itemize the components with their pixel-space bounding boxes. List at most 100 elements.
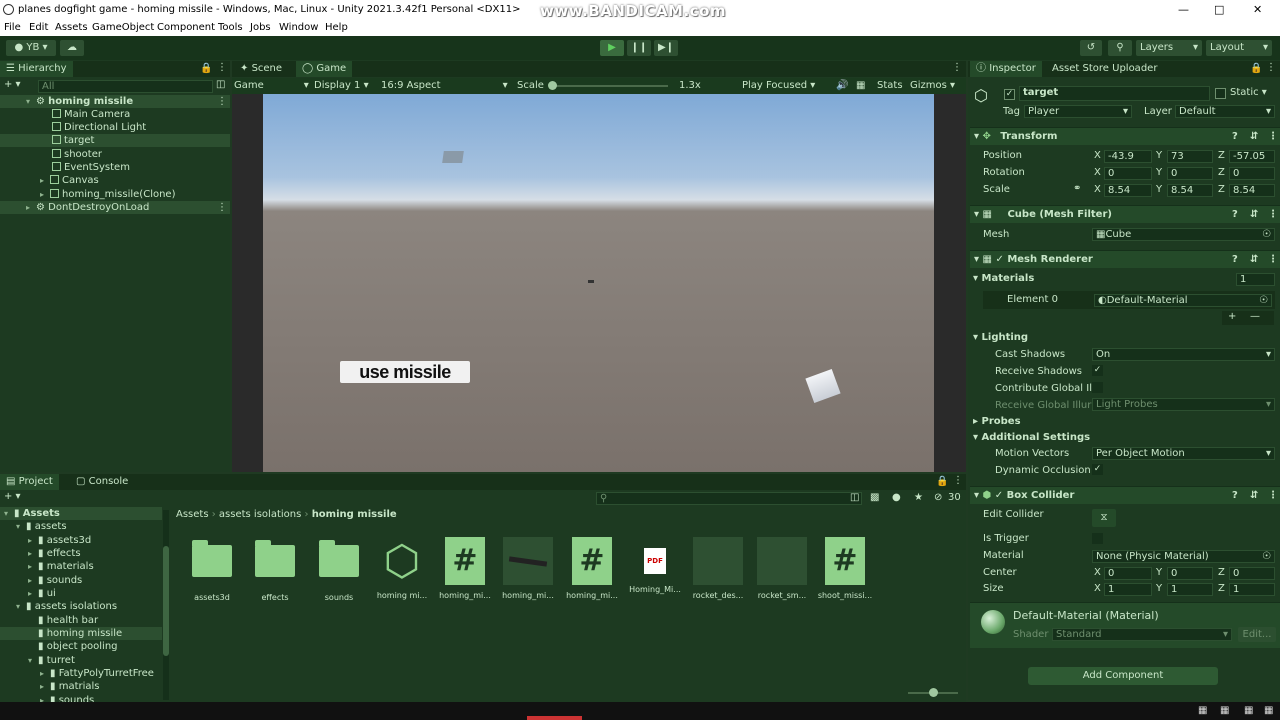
tray-icon[interactable]: ▦ <box>1220 705 1229 716</box>
asset-item[interactable]: # homing_mi... <box>435 537 495 600</box>
static-checkbox[interactable] <box>1215 88 1226 99</box>
probes-foldout[interactable]: ▸ Probes <box>973 416 1021 427</box>
tree-item[interactable]: ▸ ▮ sounds <box>0 694 162 702</box>
grid-icon[interactable]: ▦ <box>856 80 865 91</box>
close-icon[interactable]: ✕ <box>1253 3 1262 16</box>
asset-item[interactable]: rocket_des... <box>688 537 748 600</box>
tray-icon[interactable]: ▦ <box>1244 705 1253 716</box>
scale-x-field[interactable]: 8.54 <box>1104 184 1152 197</box>
size-x-field[interactable]: 1 <box>1104 583 1152 596</box>
tab-game[interactable]: ◯ Game <box>296 61 353 77</box>
asset-item[interactable]: PDF Homing_Mi... <box>625 537 685 594</box>
more-icon[interactable]: ⋮ <box>953 475 963 486</box>
help-icon[interactable]: ? <box>1232 487 1238 505</box>
object-picker-icon[interactable]: ☉ <box>1262 551 1271 562</box>
material-title[interactable]: Default-Material (Material) <box>1013 609 1159 622</box>
add-element-icon[interactable]: + <box>1228 311 1236 322</box>
stats-button[interactable]: Stats <box>877 80 903 91</box>
filter-icon[interactable]: ◫ <box>216 79 225 90</box>
scale-slider[interactable] <box>550 85 668 87</box>
cast-shadows-dropdown[interactable]: On ▾ <box>1092 348 1275 361</box>
active-checkbox[interactable]: ✓ <box>1004 89 1015 100</box>
scale-z-field[interactable]: 8.54 <box>1229 184 1275 197</box>
tree-item[interactable]: ▾ ▮ assets isolations <box>0 600 162 613</box>
play-mode-dropdown[interactable]: Play Focused ▾ <box>742 80 815 91</box>
tree-item[interactable]: ▸ ▮ FattyPolyTurretFree <box>0 667 162 680</box>
position-y-field[interactable]: 73 <box>1167 150 1213 163</box>
materials-count-field[interactable]: 1 <box>1236 273 1275 286</box>
pause-button[interactable]: ❙❙ <box>627 40 651 56</box>
hierarchy-item[interactable]: Main Camera <box>0 108 230 121</box>
shader-edit-button[interactable]: Edit... <box>1238 627 1276 642</box>
transform-header[interactable]: ▾ ✥ Transform? ⇵ ⋮ <box>970 127 1280 145</box>
object-picker-icon[interactable]: ☉ <box>1259 295 1268 306</box>
mesh-renderer-header[interactable]: ▾ ▦ ✓ Mesh Renderer? ⇵ ⋮ <box>970 250 1280 268</box>
tree-item[interactable]: ▸ ▮ matrials <box>0 680 162 693</box>
tree-scrollbar-thumb[interactable] <box>163 546 169 656</box>
add-icon[interactable]: + ▾ <box>4 79 21 90</box>
minimize-icon[interactable]: — <box>1178 3 1189 16</box>
step-button[interactable]: ▶❙ <box>654 40 678 56</box>
asset-item[interactable]: effects <box>245 539 305 602</box>
is-trigger-checkbox[interactable] <box>1092 533 1103 544</box>
audio-icon[interactable]: 🔊 <box>836 80 848 91</box>
asset-item[interactable]: assets3d <box>182 539 242 602</box>
asset-item[interactable]: homing_mi... <box>498 537 558 600</box>
hierarchy-item[interactable]: shooter <box>0 148 230 161</box>
receive-shadows-checkbox[interactable]: ✓ <box>1092 365 1103 376</box>
help-icon[interactable]: ? <box>1232 206 1238 224</box>
tree-item[interactable]: ▮ object pooling <box>0 640 162 653</box>
account-button[interactable]: ● YB ▾ <box>6 40 56 56</box>
tag-dropdown[interactable]: Player ▾ <box>1024 105 1132 118</box>
lock-icon[interactable]: 🔒 <box>936 476 948 487</box>
icon-size-slider-handle[interactable] <box>929 688 938 697</box>
cloud-icon[interactable]: ☁ <box>60 40 84 56</box>
hierarchy-item[interactable]: ▸ ⚙ DontDestroyOnLoad ⋮ <box>0 201 230 214</box>
label-icon[interactable]: ● <box>892 492 901 503</box>
asset-item[interactable]: # shoot_missi... <box>815 537 875 600</box>
filter-scene-icon[interactable]: ▩ <box>870 492 879 503</box>
hierarchy-item[interactable]: Directional Light <box>0 121 230 134</box>
more-icon[interactable]: ⋮ <box>1268 251 1278 269</box>
breadcrumb-item[interactable]: Assets <box>176 509 209 520</box>
motion-vectors-dropdown[interactable]: Per Object Motion ▾ <box>1092 447 1275 460</box>
hierarchy-item[interactable]: EventSystem <box>0 161 230 174</box>
asset-item[interactable]: sounds <box>309 539 369 602</box>
more-icon[interactable]: ⋮ <box>217 62 227 73</box>
help-icon[interactable]: ? <box>1232 251 1238 269</box>
tray-icon[interactable]: ▦ <box>1198 705 1207 716</box>
more-icon[interactable]: ⋮ <box>1268 128 1278 146</box>
tree-item[interactable]: ▮ health bar <box>0 614 162 627</box>
favorite-icon[interactable]: ★ <box>914 492 923 503</box>
size-y-field[interactable]: 1 <box>1167 583 1213 596</box>
menu-gameobject[interactable]: GameObject <box>92 22 154 33</box>
materials-foldout[interactable]: ▾ Materials <box>973 273 1034 284</box>
rotation-z-field[interactable]: 0 <box>1229 167 1275 180</box>
tree-item[interactable]: ▸ ▮ materials <box>0 560 162 573</box>
layout-dropdown[interactable]: Layout ▾ <box>1206 40 1272 56</box>
hierarchy-item[interactable]: ▸ homing_missile(Clone) <box>0 188 230 201</box>
tab-asset-store-uploader[interactable]: Asset Store Uploader <box>1046 61 1163 77</box>
history-icon[interactable]: ↺ <box>1080 40 1102 56</box>
more-icon[interactable]: ⋮ <box>1268 206 1278 224</box>
layer-dropdown[interactable]: Default ▾ <box>1175 105 1275 118</box>
box-collider-header[interactable]: ▾ ⬢ ✓ Box Collider? ⇵ ⋮ <box>970 486 1280 504</box>
asset-item[interactable]: # homing_mi... <box>562 537 622 600</box>
asset-item[interactable]: rocket_sm... <box>752 537 812 600</box>
link-icon[interactable]: ⚭ <box>1073 183 1081 194</box>
additional-settings-foldout[interactable]: ▾ Additional Settings <box>973 432 1090 443</box>
menu-jobs[interactable]: Jobs <box>250 22 271 33</box>
hierarchy-item[interactable]: target <box>0 134 230 147</box>
settings-icon[interactable]: ⇵ <box>1250 206 1258 224</box>
breadcrumb-item[interactable]: assets isolations <box>219 509 301 520</box>
contribute-gi-checkbox[interactable] <box>1092 382 1103 393</box>
more-icon[interactable]: ⋮ <box>1268 487 1278 505</box>
tree-item[interactable]: ▸ ▮ assets3d <box>0 534 162 547</box>
add-component-button[interactable]: Add Component <box>1028 667 1218 685</box>
settings-icon[interactable]: ⇵ <box>1250 487 1258 505</box>
more-icon[interactable]: ⋮ <box>1266 62 1276 73</box>
tab-project[interactable]: ▤ Project <box>0 474 59 490</box>
hierarchy-item[interactable]: ▸ Canvas <box>0 174 230 187</box>
lock-icon[interactable]: 🔒 <box>1250 63 1262 74</box>
maximize-icon[interactable]: □ <box>1214 3 1224 16</box>
